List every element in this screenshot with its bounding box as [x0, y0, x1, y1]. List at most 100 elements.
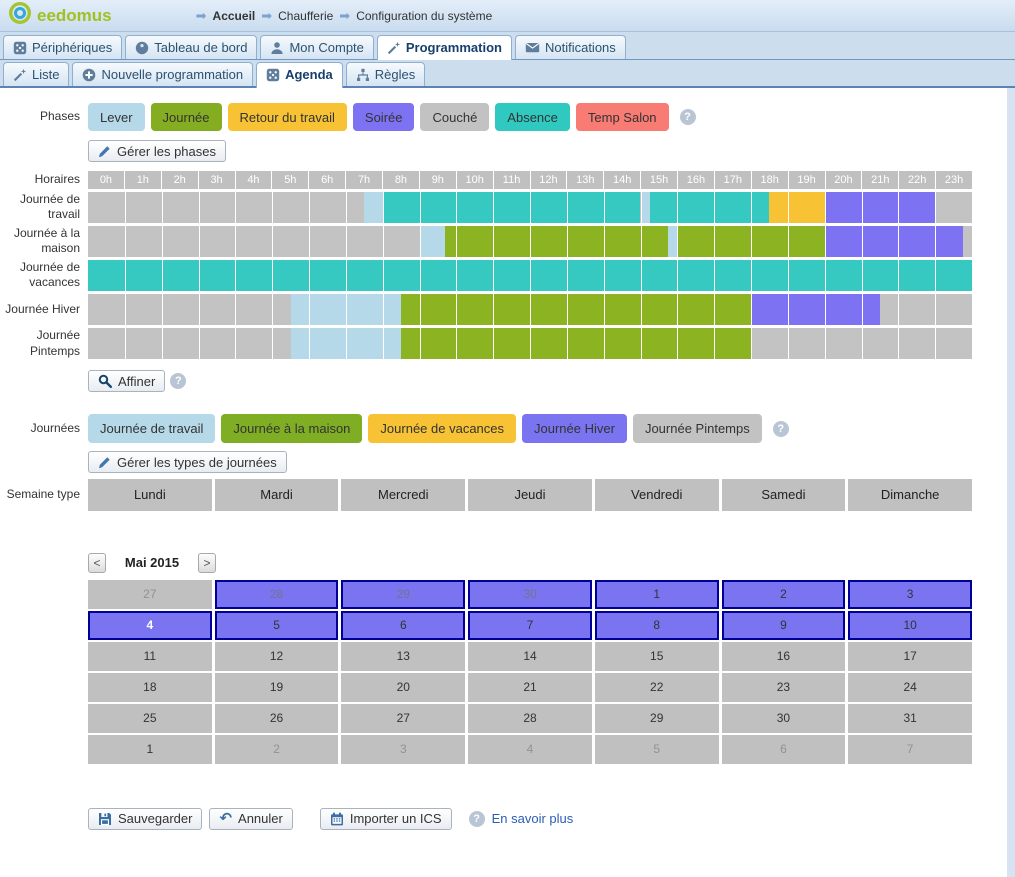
- daytype-journee-de-travail[interactable]: Journée de travail: [88, 414, 215, 443]
- calendar-day[interactable]: 27: [341, 704, 465, 733]
- phase-absence[interactable]: Absence: [495, 103, 570, 131]
- sub-tab-liste[interactable]: Liste: [3, 62, 69, 86]
- phase-segment-couche[interactable]: [88, 192, 364, 223]
- manage-phases-button[interactable]: Gérer les phases: [88, 140, 226, 162]
- phase-segment-lever[interactable]: [668, 226, 677, 257]
- phase-segment-couche[interactable]: [963, 226, 972, 257]
- learn-more-link[interactable]: En savoir plus: [492, 811, 574, 826]
- phase-segment-soiree[interactable]: [825, 226, 963, 257]
- phase-segment-couche[interactable]: [880, 294, 972, 325]
- calendar-day[interactable]: 23: [722, 673, 846, 702]
- calendar-day[interactable]: 29: [341, 580, 465, 609]
- calendar-day[interactable]: 9: [722, 611, 846, 640]
- eedomus-logo[interactable]: eedomus: [8, 1, 112, 30]
- calendar-day[interactable]: 6: [341, 611, 465, 640]
- phase-segment-retour[interactable]: [769, 192, 824, 223]
- phase-journee[interactable]: Journée: [151, 103, 222, 131]
- calendar-day[interactable]: 28: [215, 580, 339, 609]
- breadcrumb-item-configuration-du-systeme[interactable]: Configuration du système: [356, 9, 492, 23]
- phase-segment-absence[interactable]: [383, 192, 641, 223]
- main-tab-notifications[interactable]: Notifications: [515, 35, 626, 59]
- calendar-day[interactable]: 18: [88, 673, 212, 702]
- calendar-day[interactable]: 28: [468, 704, 592, 733]
- daytype-journee-hiver[interactable]: Journée Hiver: [522, 414, 627, 443]
- calendar-day[interactable]: 31: [848, 704, 972, 733]
- calendar-day[interactable]: 15: [595, 642, 719, 671]
- calendar-day[interactable]: 26: [215, 704, 339, 733]
- phase-retour-du-travail[interactable]: Retour du travail: [228, 103, 347, 131]
- weekday-vendredi[interactable]: Vendredi: [595, 479, 719, 511]
- main-tab-mon-compte[interactable]: Mon Compte: [260, 35, 373, 59]
- schedule-bar-journee-a-la-maison[interactable]: [88, 226, 972, 257]
- import-ics-button[interactable]: Importer un ICS: [320, 808, 452, 830]
- calendar-day[interactable]: 30: [722, 704, 846, 733]
- phase-temp-salon[interactable]: Temp Salon: [576, 103, 669, 131]
- calendar-day[interactable]: 12: [215, 642, 339, 671]
- main-tab-programmation[interactable]: Programmation: [377, 35, 512, 60]
- calendar-day[interactable]: 27: [88, 580, 212, 609]
- phase-segment-lever[interactable]: [364, 192, 382, 223]
- schedule-bar-journee-hiver[interactable]: [88, 294, 972, 325]
- schedule-bar-journee-pintemps[interactable]: [88, 328, 972, 359]
- help-icon[interactable]: ?: [170, 373, 186, 389]
- help-icon[interactable]: ?: [469, 811, 485, 827]
- calendar-prev-button[interactable]: <: [88, 553, 106, 573]
- daytype-journee-de-vacances[interactable]: Journée de vacances: [368, 414, 516, 443]
- calendar-day[interactable]: 17: [848, 642, 972, 671]
- main-tab-peripheriques[interactable]: Périphériques: [3, 35, 122, 59]
- calendar-day[interactable]: 14: [468, 642, 592, 671]
- calendar-day[interactable]: 7: [468, 611, 592, 640]
- schedule-bar-journee-de-travail[interactable]: [88, 192, 972, 223]
- phase-segment-lever[interactable]: [420, 226, 446, 257]
- refine-button[interactable]: Affiner: [88, 370, 165, 392]
- calendar-day[interactable]: 25: [88, 704, 212, 733]
- help-icon[interactable]: ?: [680, 109, 696, 125]
- save-button[interactable]: Sauvegarder: [88, 808, 202, 830]
- phase-segment-lever[interactable]: [641, 192, 650, 223]
- breadcrumb-item-chaufferie[interactable]: Chaufferie: [278, 9, 333, 23]
- manage-daytypes-button[interactable]: Gérer les types de journées: [88, 451, 287, 473]
- main-tab-tableau-de-bord[interactable]: Tableau de bord: [125, 35, 257, 59]
- calendar-day[interactable]: 21: [468, 673, 592, 702]
- phase-segment-couche[interactable]: [935, 192, 972, 223]
- calendar-day[interactable]: 2: [215, 735, 339, 764]
- calendar-day[interactable]: 10: [848, 611, 972, 640]
- calendar-day[interactable]: 29: [595, 704, 719, 733]
- calendar-day[interactable]: 1: [88, 735, 212, 764]
- weekday-mercredi[interactable]: Mercredi: [341, 479, 465, 511]
- calendar-day[interactable]: 6: [722, 735, 846, 764]
- calendar-day[interactable]: 13: [341, 642, 465, 671]
- calendar-day[interactable]: 5: [215, 611, 339, 640]
- help-icon[interactable]: ?: [773, 421, 789, 437]
- weekday-mardi[interactable]: Mardi: [215, 479, 339, 511]
- calendar-day[interactable]: 5: [595, 735, 719, 764]
- breadcrumb-item-accueil[interactable]: Accueil: [213, 9, 256, 23]
- calendar-day[interactable]: 8: [595, 611, 719, 640]
- calendar-day[interactable]: 20: [341, 673, 465, 702]
- weekday-dimanche[interactable]: Dimanche: [848, 479, 972, 511]
- sub-tab-nouvelle-programmation[interactable]: Nouvelle programmation: [72, 62, 253, 86]
- phase-segment-journee[interactable]: [401, 294, 751, 325]
- phase-couche[interactable]: Couché: [420, 103, 489, 131]
- calendar-day[interactable]: 16: [722, 642, 846, 671]
- daytype-journee-pintemps[interactable]: Journée Pintemps: [633, 414, 762, 443]
- phase-segment-couche[interactable]: [88, 226, 420, 257]
- calendar-day[interactable]: 11: [88, 642, 212, 671]
- weekday-lundi[interactable]: Lundi: [88, 479, 212, 511]
- weekday-samedi[interactable]: Samedi: [722, 479, 846, 511]
- sub-tab-regles[interactable]: Règles: [346, 62, 425, 86]
- schedule-bar-journee-de-vacances[interactable]: [88, 260, 972, 291]
- daytype-journee-a-la-maison[interactable]: Journée à la maison: [221, 414, 362, 443]
- phase-segment-soiree[interactable]: [825, 192, 936, 223]
- cancel-button[interactable]: ↶ Annuler: [209, 808, 292, 830]
- phase-segment-couche[interactable]: [88, 328, 291, 359]
- phase-soiree[interactable]: Soirée: [353, 103, 415, 131]
- calendar-day[interactable]: 22: [595, 673, 719, 702]
- phase-lever[interactable]: Lever: [88, 103, 145, 131]
- calendar-day[interactable]: 4: [468, 735, 592, 764]
- phase-segment-journee[interactable]: [401, 328, 751, 359]
- calendar-day[interactable]: 30: [468, 580, 592, 609]
- calendar-day[interactable]: 7: [848, 735, 972, 764]
- calendar-day[interactable]: 2: [722, 580, 846, 609]
- calendar-day[interactable]: 24: [848, 673, 972, 702]
